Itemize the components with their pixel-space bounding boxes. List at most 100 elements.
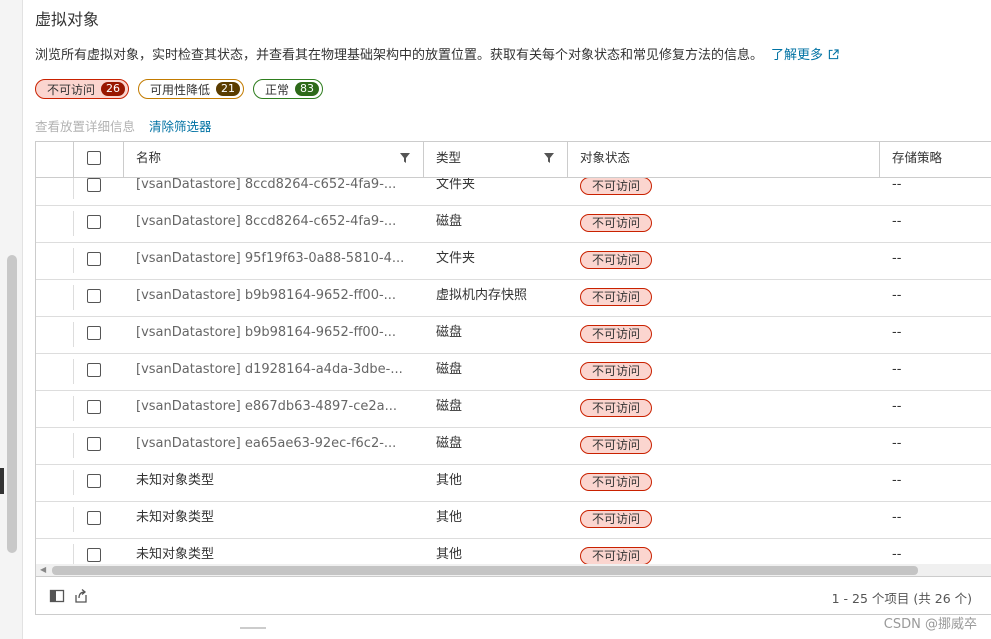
cell-type: 磁盘 xyxy=(436,362,463,377)
column-separator[interactable] xyxy=(879,142,880,177)
column-separator[interactable] xyxy=(423,142,424,177)
grid-actions: 查看放置详细信息 清除筛选器 xyxy=(35,116,212,135)
learn-more-label: 了解更多 xyxy=(771,48,824,63)
chip-inaccessible[interactable]: 不可访问 26 xyxy=(35,79,130,99)
row-checkbox[interactable] xyxy=(87,252,101,266)
learn-more-link[interactable]: 了解更多 xyxy=(771,48,839,63)
chip-label: 不可访问 xyxy=(47,82,96,97)
cell-name: [vsanDatastore] d1928164-a4da-3dbe-... xyxy=(136,362,403,377)
cell-name: [vsanDatastore] b9b98164-9652-ff00-... xyxy=(136,288,397,303)
column-separator[interactable] xyxy=(567,142,568,177)
cell-type: 虚拟机内存快照 xyxy=(436,288,528,303)
cell-type: 其他 xyxy=(436,473,463,488)
cell-name: [vsanDatastore] 8ccd8264-c652-4fa9-... xyxy=(136,177,397,192)
status-badge: 不可访问 xyxy=(580,399,652,417)
cell-type: 文件夹 xyxy=(436,177,476,192)
chip-count-badge: 26 xyxy=(101,82,126,96)
cell-policy: -- xyxy=(892,288,902,303)
row-checkbox[interactable] xyxy=(87,326,101,340)
external-link-icon xyxy=(828,49,839,60)
row-checkbox[interactable] xyxy=(87,215,101,229)
datagrid-header: 名称 类型 对象状态 存储策略 xyxy=(36,142,991,178)
table-row[interactable]: [vsanDatastore] b9b98164-9652-ff00-... 虚… xyxy=(36,279,991,317)
cell-type: 磁盘 xyxy=(436,399,463,414)
row-checkbox[interactable] xyxy=(87,548,101,562)
cell-policy: -- xyxy=(892,214,902,229)
cell-policy: -- xyxy=(892,436,902,451)
column-header-type[interactable]: 类型 xyxy=(436,142,461,177)
status-badge: 不可访问 xyxy=(580,251,652,269)
table-row[interactable]: 未知对象类型 其他 不可访问 -- xyxy=(36,501,991,539)
status-badge: 不可访问 xyxy=(580,325,652,343)
row-checkbox[interactable] xyxy=(87,400,101,414)
datagrid-footer: 1 - 25 个项目 (共 26 个) xyxy=(36,576,991,614)
status-badge: 不可访问 xyxy=(580,177,652,195)
export-icon[interactable] xyxy=(73,588,89,604)
horizontal-scrollbar-thumb[interactable] xyxy=(52,566,918,575)
table-row[interactable]: [vsanDatastore] 95f19f63-0a88-5810-4... … xyxy=(36,242,991,280)
scroll-left-icon[interactable]: ◀ xyxy=(40,565,46,574)
filter-icon[interactable] xyxy=(400,153,410,163)
select-all-checkbox[interactable] xyxy=(87,151,101,165)
table-row[interactable]: [vsanDatastore] 8ccd8264-c652-4fa9-... 文… xyxy=(36,177,991,206)
clear-filter-button[interactable]: 清除筛选器 xyxy=(149,116,212,135)
status-badge: 不可访问 xyxy=(580,473,652,491)
table-row[interactable]: [vsanDatastore] e867db63-4897-ce2a... 磁盘… xyxy=(36,390,991,428)
row-checkbox[interactable] xyxy=(87,437,101,451)
row-checkbox[interactable] xyxy=(87,511,101,525)
cell-name: [vsanDatastore] 8ccd8264-c652-4fa9-... xyxy=(136,214,397,229)
column-header-storage-policy[interactable]: 存储策略 xyxy=(892,142,942,177)
left-scrollbar-thumb[interactable] xyxy=(7,255,17,553)
table-row[interactable]: [vsanDatastore] 8ccd8264-c652-4fa9-... 磁… xyxy=(36,205,991,243)
status-badge: 不可访问 xyxy=(580,288,652,306)
row-checkbox[interactable] xyxy=(87,474,101,488)
chip-count-badge: 83 xyxy=(295,82,320,96)
table-row[interactable]: [vsanDatastore] d1928164-a4da-3dbe-... 磁… xyxy=(36,353,991,391)
chip-reduced-availability[interactable]: 可用性降低 21 xyxy=(138,79,245,99)
cell-name: [vsanDatastore] b9b98164-9652-ff00-... xyxy=(136,325,397,340)
watermark: CSDN @挪威卒 xyxy=(883,617,977,632)
table-row[interactable]: 未知对象类型 其他 不可访问 -- xyxy=(36,538,991,564)
cell-policy: -- xyxy=(892,251,902,266)
column-separator xyxy=(73,142,74,177)
cell-policy: -- xyxy=(892,177,902,192)
cell-type: 磁盘 xyxy=(436,214,463,229)
chip-label: 可用性降低 xyxy=(150,82,211,97)
column-header-name[interactable]: 名称 xyxy=(136,142,161,177)
table-row[interactable]: 未知对象类型 其他 不可访问 -- xyxy=(36,464,991,502)
page-title: 虚拟对象 xyxy=(35,10,100,29)
status-badge: 不可访问 xyxy=(580,436,652,454)
status-filter-chips: 不可访问 26 可用性降低 21 正常 83 xyxy=(35,79,324,99)
status-badge: 不可访问 xyxy=(580,362,652,380)
bottom-resize-handle[interactable] xyxy=(240,627,266,629)
row-checkbox[interactable] xyxy=(87,178,101,192)
left-resize-handle[interactable] xyxy=(0,468,4,494)
status-badge: 不可访问 xyxy=(580,510,652,528)
filter-icon[interactable] xyxy=(544,153,554,163)
chip-label: 正常 xyxy=(265,82,290,97)
cell-policy: -- xyxy=(892,547,902,562)
cell-policy: -- xyxy=(892,325,902,340)
status-badge: 不可访问 xyxy=(580,547,652,564)
cell-type: 磁盘 xyxy=(436,325,463,340)
status-badge: 不可访问 xyxy=(580,214,652,232)
chip-healthy[interactable]: 正常 83 xyxy=(253,79,324,99)
horizontal-scrollbar[interactable]: ◀ xyxy=(36,564,991,576)
view-placement-details-button[interactable]: 查看放置详细信息 xyxy=(35,116,135,135)
pagination-summary: 1 - 25 个项目 (共 26 个) xyxy=(831,591,972,606)
table-row[interactable]: [vsanDatastore] ea65ae63-92ec-f6c2-... 磁… xyxy=(36,427,991,465)
table-row[interactable]: [vsanDatastore] b9b98164-9652-ff00-... 磁… xyxy=(36,316,991,354)
cell-name: 未知对象类型 xyxy=(136,473,215,488)
datagrid-body[interactable]: [vsanDatastore] 8ccd8264-c652-4fa9-... 文… xyxy=(36,177,991,564)
column-toggle-icon[interactable] xyxy=(49,588,65,604)
objects-datagrid: 名称 类型 对象状态 存储策略 [vsanDatastore] 8ccd8264… xyxy=(35,141,991,615)
cell-policy: -- xyxy=(892,362,902,377)
cell-policy: -- xyxy=(892,473,902,488)
column-header-object-status[interactable]: 对象状态 xyxy=(580,142,630,177)
row-checkbox[interactable] xyxy=(87,363,101,377)
row-checkbox[interactable] xyxy=(87,289,101,303)
cell-name: [vsanDatastore] 95f19f63-0a88-5810-4... xyxy=(136,251,405,266)
cell-name: [vsanDatastore] e867db63-4897-ce2a... xyxy=(136,399,397,414)
chip-count-badge: 21 xyxy=(216,82,241,96)
cell-name: [vsanDatastore] ea65ae63-92ec-f6c2-... xyxy=(136,436,397,451)
